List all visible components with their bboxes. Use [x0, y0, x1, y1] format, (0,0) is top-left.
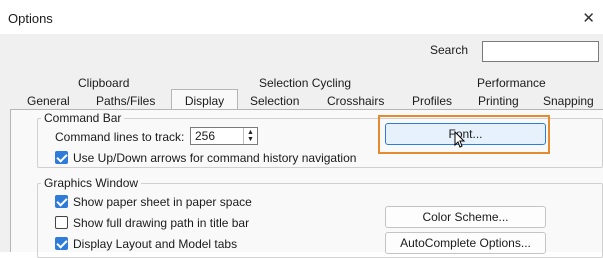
- use-arrows-checkbox[interactable]: [55, 151, 68, 164]
- use-arrows-label: Use Up/Down arrows for command history n…: [73, 151, 357, 165]
- options-dialog: Options ✕ Search Clipboard Selection Cyc…: [0, 0, 603, 258]
- tab-selection-cycling[interactable]: Selection Cycling: [259, 76, 351, 90]
- tab-display[interactable]: Display: [171, 89, 238, 110]
- window-title: Options: [8, 11, 53, 26]
- full-path-label: Show full drawing path in title bar: [73, 216, 250, 230]
- tab-clipboard[interactable]: Clipboard: [78, 76, 129, 90]
- close-icon[interactable]: ✕: [582, 9, 595, 27]
- title-bar: Options ✕: [0, 0, 603, 34]
- tab-selection[interactable]: Selection: [250, 94, 299, 108]
- tab-display-label: Display: [184, 94, 225, 108]
- search-label: Search: [430, 43, 469, 57]
- tab-printing[interactable]: Printing: [478, 94, 519, 108]
- spin-up-icon[interactable]: ▲: [247, 129, 254, 136]
- paper-sheet-checkbox[interactable]: [55, 195, 68, 208]
- autocomplete-options-button[interactable]: AutoComplete Options...: [385, 232, 546, 254]
- command-bar-title: Command Bar: [41, 111, 125, 125]
- search-input[interactable]: [482, 41, 599, 62]
- layout-tabs-label: Display Layout and Model tabs: [73, 237, 238, 251]
- tab-paths-files[interactable]: Paths/Files: [96, 94, 155, 108]
- command-lines-label: Command lines to track:: [55, 130, 185, 144]
- command-lines-stepper[interactable]: ▲ ▼: [243, 128, 257, 144]
- spin-down-icon[interactable]: ▼: [247, 136, 254, 143]
- tab-profiles[interactable]: Profiles: [412, 94, 452, 108]
- full-path-checkbox[interactable]: [55, 216, 68, 229]
- mouse-cursor-icon: [454, 131, 466, 148]
- tab-snapping[interactable]: Snapping: [543, 94, 594, 108]
- tab-crosshairs[interactable]: Crosshairs: [327, 94, 384, 108]
- graphics-window-title: Graphics Window: [41, 176, 142, 190]
- color-scheme-button[interactable]: Color Scheme...: [385, 206, 546, 228]
- command-lines-value: 256: [195, 129, 216, 143]
- paper-sheet-label: Show paper sheet in paper space: [73, 195, 252, 209]
- tab-performance[interactable]: Performance: [477, 76, 546, 90]
- layout-tabs-checkbox[interactable]: [55, 237, 68, 250]
- tab-general[interactable]: General: [27, 94, 70, 108]
